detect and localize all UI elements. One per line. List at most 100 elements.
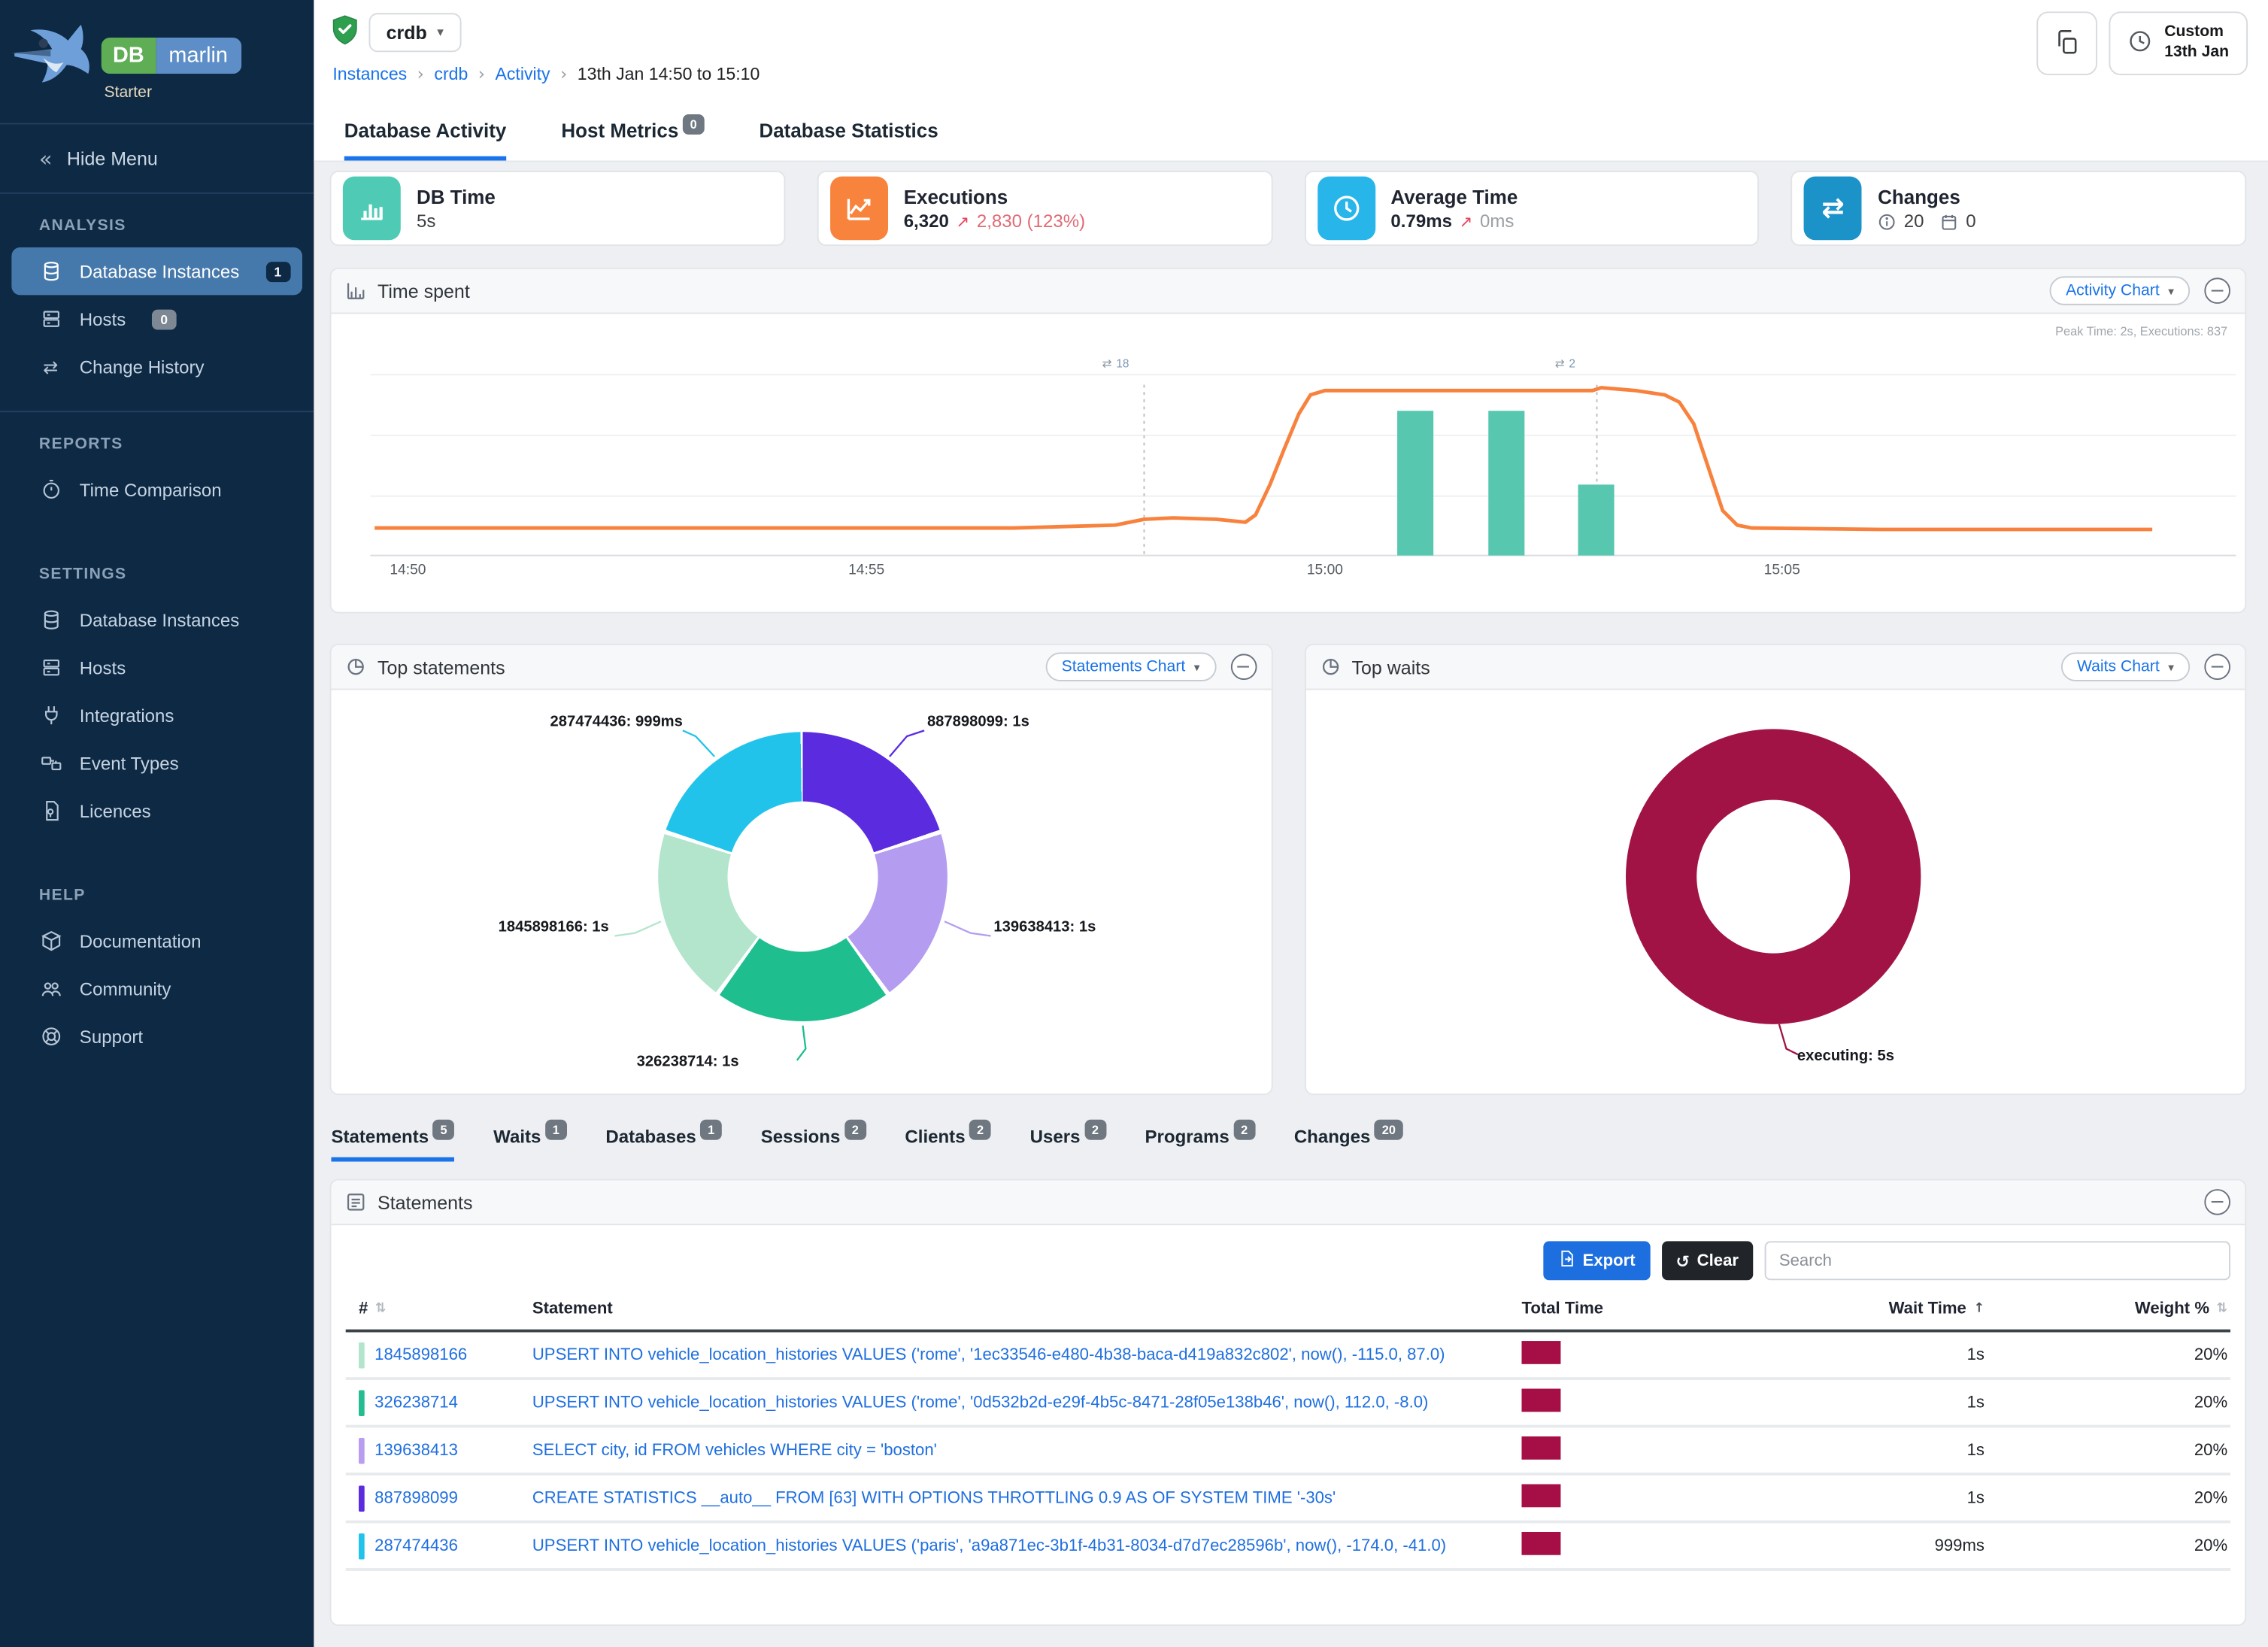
tab-badge: 5 [433,1120,454,1140]
statement-id-link[interactable]: 287474436 [374,1537,490,1554]
sidebar-item-support[interactable]: Support [0,1012,314,1060]
sidebar-item-change-history[interactable]: ⇄ Change History [0,343,314,390]
server-icon [39,656,62,679]
change-marker-label[interactable]: ⇄ 18 [1102,357,1129,370]
waits-donut[interactable] [1625,729,1920,1024]
sidebar-item-time-comparison[interactable]: Time Comparison [0,466,314,513]
activity-chart[interactable]: Peak Time: 2s, Executions: 837 [331,314,2245,611]
breadcrumb: Instances › crdb › Activity › 13th Jan 1… [332,64,760,84]
tab-statements[interactable]: Statements5 [331,1127,454,1161]
time-spent-svg [370,330,2236,576]
tab-clients[interactable]: Clients2 [905,1127,990,1161]
statement-id-link[interactable]: 887898099 [374,1489,490,1506]
tab-badge: 1 [701,1120,722,1140]
tab-users[interactable]: Users2 [1030,1127,1106,1161]
sidebar-item-database-instances[interactable]: Database Instances 1 [11,247,302,295]
col-header-weight[interactable]: Weight % ⇅ [1988,1300,2230,1318]
tab-changes[interactable]: Changes20 [1294,1127,1403,1161]
waits-chart-selector[interactable]: Waits Chart ▾ [2061,652,2190,681]
sidebar-item-label: Hosts [80,309,126,329]
col-header-total-time[interactable]: Total Time [1508,1300,1806,1318]
sidebar-item-label: Integrations [80,705,174,726]
table-row: 326238714 UPSERT INTO vehicle_location_h… [346,1380,2230,1427]
database-icon [39,259,62,283]
col-header-num[interactable]: # ⇅ [346,1300,520,1318]
tab-label: Host Metrics [561,120,678,142]
statement-id-link[interactable]: 139638413 [374,1442,490,1459]
tab-database-statistics[interactable]: Database Statistics [759,120,938,161]
hide-menu-button[interactable]: « Hide Menu [0,124,314,193]
clear-button[interactable]: ↺ Clear [1661,1241,1753,1280]
collapse-panel-button[interactable]: − [2204,1189,2230,1215]
sidebar-item-hosts[interactable]: Hosts 0 [0,295,314,342]
statement-sql-link[interactable]: UPSERT INTO vehicle_location_histories V… [532,1394,1508,1411]
sidebar-item-label: Event Types [80,753,179,773]
sort-icon: ⇅ [375,1302,387,1316]
tab-label: Programs [1145,1127,1230,1147]
sidebar-item-label: Database Instances [80,610,240,630]
statements-table: # ⇅ Statement Total Time Wait Time ↑ [346,1294,2230,1571]
donut-label: 887898099: 1s [927,713,1029,730]
tab-database-activity[interactable]: Database Activity [344,120,507,161]
table-toolbar: Export ↺ Clear [331,1225,2245,1291]
instance-selector[interactable]: crdb ▾ [368,13,461,52]
statement-sql-link[interactable]: SELECT city, id FROM vehicles WHERE city… [532,1442,1508,1459]
statements-donut[interactable] [658,732,948,1021]
tab-sessions[interactable]: Sessions2 [761,1127,866,1161]
collapse-panel-button[interactable]: − [1230,654,1257,680]
sidebar-item-database-instances-settings[interactable]: Database Instances [0,596,314,643]
col-header-statement[interactable]: Statement [520,1300,1509,1318]
kpi-title: DB Time [417,185,496,211]
breadcrumb-crdb[interactable]: crdb [434,64,468,84]
sidebar-divider [0,411,314,412]
col-header-wait-time[interactable]: Wait Time ↑ [1806,1300,1987,1318]
sidebar-item-label: Documentation [80,931,202,951]
statements-chart-selector[interactable]: Statements Chart ▾ [1045,652,1215,681]
search-input[interactable] [1765,1241,2230,1280]
bar-chart-icon [343,177,401,241]
collapse-panel-button[interactable]: − [2204,654,2230,680]
content-area: DB Time 5s Executions 6,320 ↗ 2,830 (123… [314,162,2268,1647]
brand-marlin: marlin [156,38,241,74]
breadcrumb-instances[interactable]: Instances [332,64,407,84]
statement-id-link[interactable]: 1845898166 [374,1346,499,1363]
copy-link-button[interactable] [2037,11,2098,75]
export-button[interactable]: Export [1544,1241,1650,1280]
x-tick: 14:50 [376,563,440,578]
col-label: Total Time [1521,1300,1603,1318]
total-time-bar [1521,1532,1560,1555]
tab-host-metrics[interactable]: Host Metrics0 [561,120,704,161]
statement-sql-link[interactable]: UPSERT INTO vehicle_location_histories V… [532,1537,1508,1554]
tab-waits[interactable]: Waits1 [493,1127,566,1161]
collapse-panel-button[interactable]: − [2204,278,2230,304]
statement-id-link[interactable]: 326238714 [374,1394,490,1411]
database-icon [39,608,62,632]
executions-bar[interactable] [1397,411,1433,555]
main-area: crdb ▾ Instances › crdb › Activity › 13t… [314,0,2268,1647]
sidebar-item-hosts-settings[interactable]: Hosts [0,644,314,691]
tab-programs[interactable]: Programs2 [1145,1127,1255,1161]
sidebar-item-integrations[interactable]: Integrations [0,691,314,739]
sidebar-item-licences[interactable]: Licences [0,787,314,834]
kpi-delta: 0ms [1480,211,1514,232]
x-tick: 15:05 [1750,563,1814,578]
executions-bar[interactable] [1578,484,1615,555]
sort-asc-icon: ↑ [1973,1302,1984,1316]
sidebar-item-community[interactable]: Community [0,965,314,1012]
total-time-bar [1521,1484,1560,1507]
statement-sql-link[interactable]: CREATE STATISTICS __auto__ FROM [63] WIT… [532,1489,1508,1506]
tab-databases[interactable]: Databases1 [605,1127,721,1161]
breadcrumb-activity[interactable]: Activity [495,64,550,84]
activity-chart-selector[interactable]: Activity Chart ▾ [2050,276,2190,305]
donut-label: 1845898166: 1s [363,918,609,936]
caret-down-icon: ▾ [2168,284,2174,297]
time-range-button[interactable]: Custom 13th Jan [2109,11,2248,75]
time-range-line2: 13th Jan [2164,44,2229,63]
sidebar-item-documentation[interactable]: Documentation [0,917,314,964]
col-label: Wait Time [1889,1300,1966,1318]
executions-bar[interactable] [1488,411,1524,555]
detail-tabs: Statements5 Waits1 Databases1 Sessions2 … [330,1127,2247,1161]
statement-sql-link[interactable]: UPSERT INTO vehicle_location_histories V… [532,1346,1508,1363]
change-marker-label[interactable]: ⇄ 2 [1555,357,1575,370]
sidebar-item-event-types[interactable]: Event Types [0,739,314,787]
